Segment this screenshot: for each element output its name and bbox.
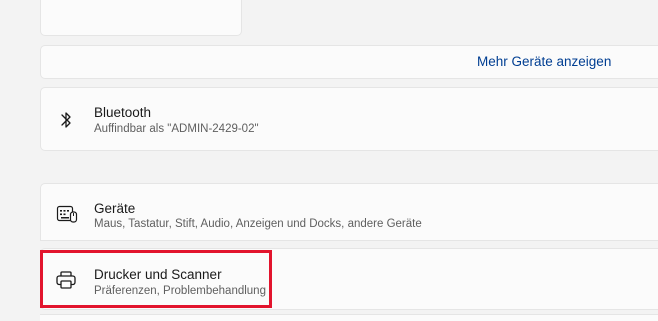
printers-scanners-row[interactable]: Drucker und Scanner Präferenzen, Problem… (40, 248, 658, 310)
devices-row[interactable]: Geräte Maus, Tastatur, Stift, Audio, Anz… (40, 183, 658, 241)
settings-page: Mehr Geräte anzeigen Bluetooth Auffindba… (0, 0, 658, 321)
bluetooth-icon (54, 108, 78, 132)
more-devices-row: Mehr Geräte anzeigen (40, 45, 658, 79)
bluetooth-row[interactable]: Bluetooth Auffindbar als "ADMIN-2429-02" (40, 87, 658, 151)
device-card-partial[interactable] (40, 0, 242, 36)
devices-subtitle: Maus, Tastatur, Stift, Audio, Anzeigen u… (94, 218, 422, 230)
bluetooth-title: Bluetooth (94, 105, 152, 120)
devices-title: Geräte (94, 201, 136, 216)
printer-icon (54, 268, 78, 292)
devices-icon (55, 202, 79, 226)
printers-subtitle: Präferenzen, Problembehandlung (94, 285, 266, 297)
next-card-partial (40, 314, 658, 321)
more-devices-link[interactable]: Mehr Geräte anzeigen (477, 54, 611, 69)
printers-title: Drucker und Scanner (94, 267, 222, 282)
bluetooth-subtitle: Auffindbar als "ADMIN-2429-02" (94, 123, 259, 135)
